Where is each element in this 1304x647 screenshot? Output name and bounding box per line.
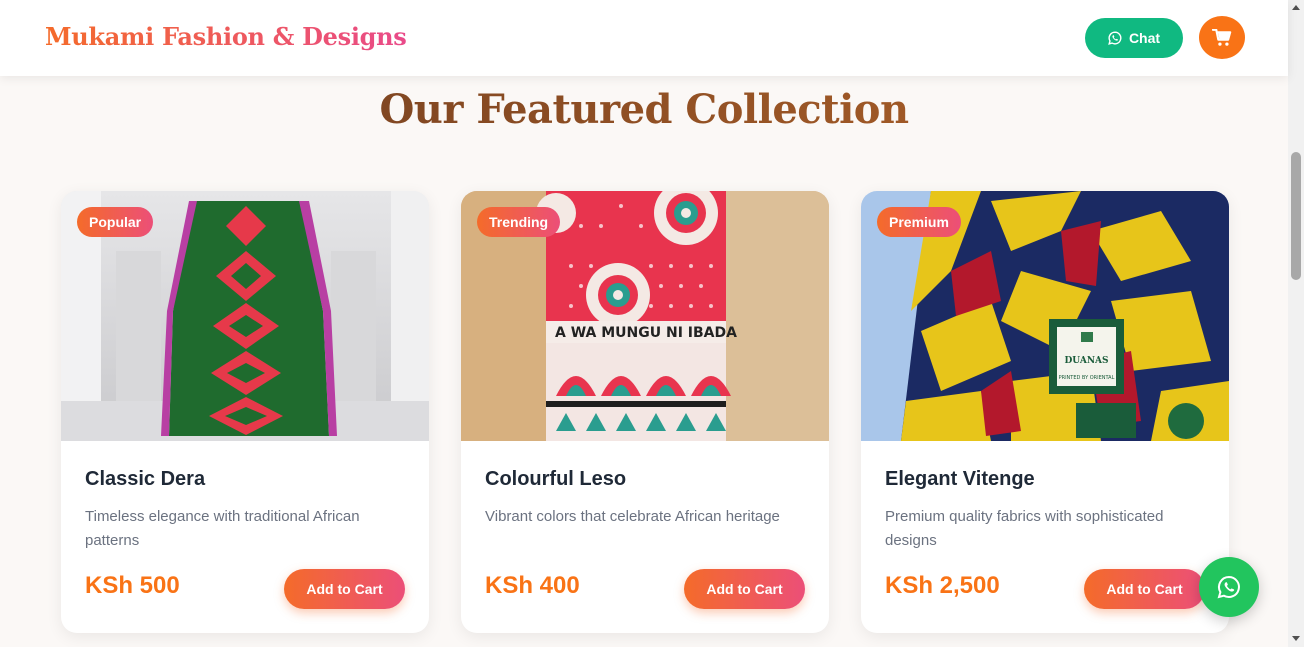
product-price: KSh 400: [485, 572, 580, 599]
scroll-down-arrow-icon[interactable]: [1292, 636, 1300, 641]
chat-label: Chat: [1128, 30, 1161, 46]
product-badge: Popular: [77, 207, 154, 237]
page-scrollbar[interactable]: [1288, 0, 1304, 647]
product-image[interactable]: A WA MUNGU NI IBADA Trending: [461, 191, 829, 441]
product-badge: Trending: [477, 207, 561, 237]
product-title[interactable]: Classic Dera: [85, 468, 205, 491]
label-subtext: PRINTED BY ORIENTAL: [1059, 375, 1115, 381]
product-image[interactable]: Popular: [61, 191, 429, 441]
whatsapp-icon: [1108, 31, 1122, 45]
product-card: DUANAS PRINTED BY ORIENTAL Premium Elega…: [861, 191, 1229, 633]
product-price: KSh 2,500: [885, 572, 1000, 599]
brand-logo[interactable]: Mukami Fashion & Designs: [45, 22, 407, 51]
whatsapp-icon: [1217, 575, 1240, 599]
chat-button[interactable]: Chat: [1085, 18, 1183, 58]
product-title[interactable]: Elegant Vitenge: [885, 468, 1035, 491]
product-title[interactable]: Colourful Leso: [485, 468, 626, 491]
product-price: KSh 500: [85, 572, 180, 599]
product-description: Vibrant colors that celebrate African he…: [485, 508, 780, 525]
product-card: Popular Classic Dera Timeless elegance w…: [61, 191, 429, 633]
product-card: A WA MUNGU NI IBADA Trending Colourful L…: [461, 191, 829, 633]
product-description: Premium quality fabrics with sophisticat…: [885, 508, 1164, 549]
scroll-up-arrow-icon[interactable]: [1292, 5, 1300, 10]
cart-icon: [1212, 28, 1232, 46]
product-badge: Premium: [877, 207, 961, 237]
label-text: DUANAS: [1064, 356, 1108, 366]
add-to-cart-button[interactable]: Add to Cart: [284, 569, 405, 609]
fabric-text: A WA MUNGU NI IBADA: [555, 325, 737, 341]
add-to-cart-button[interactable]: Add to Cart: [1084, 569, 1205, 609]
add-to-cart-button[interactable]: Add to Cart: [684, 569, 805, 609]
site-header: Mukami Fashion & Designs Chat: [0, 0, 1288, 76]
whatsapp-float-button[interactable]: [1199, 557, 1259, 617]
cart-button[interactable]: [1199, 16, 1245, 59]
scroll-thumb[interactable]: [1291, 152, 1301, 280]
product-description: Timeless elegance with traditional Afric…: [85, 508, 360, 549]
section-title: Our Featured Collection: [0, 86, 1288, 133]
product-image[interactable]: DUANAS PRINTED BY ORIENTAL Premium: [861, 191, 1229, 441]
